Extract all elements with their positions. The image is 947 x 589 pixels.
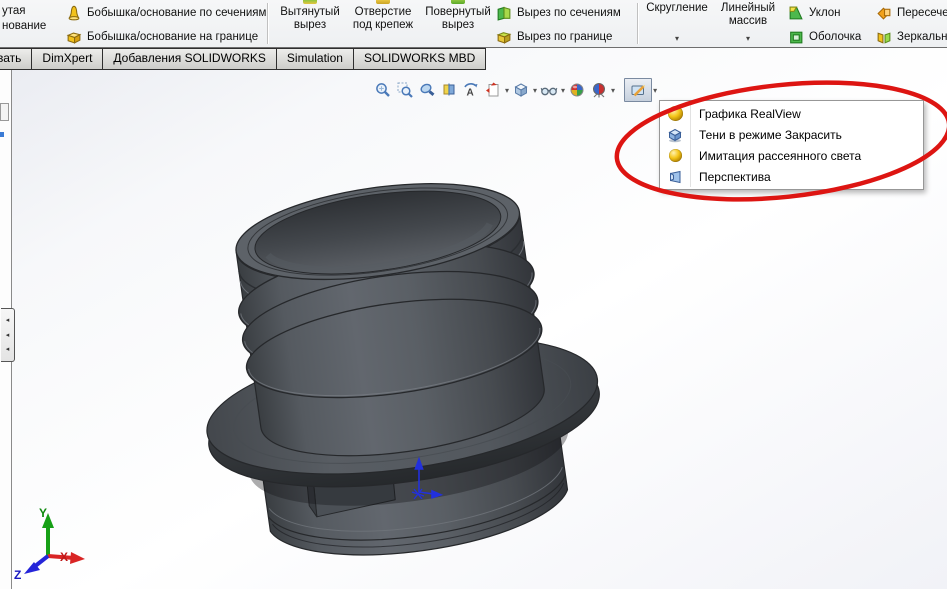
view-orientation-dropdown-arrow[interactable]: ▾ (505, 86, 509, 95)
hole-wizard-button[interactable]: Отверстие под крепеж (346, 0, 420, 47)
revolved-cut-label: Повернутый вырез (425, 6, 491, 31)
ribbon-separator (637, 3, 638, 44)
fillet-button[interactable]: Скругление ▾ (642, 0, 712, 47)
collapse-arrow-icon: ◂ (5, 346, 10, 354)
menu-item-ambient-occlusion-label: Имитация рассеянного света (699, 148, 862, 163)
hide-show-items-dropdown-arrow[interactable]: ▾ (561, 86, 565, 95)
menu-item-shadows-label: Тени в режиме Закрасить (699, 127, 842, 142)
commandmanager-tabs: вать DimXpert Добавления SOLIDWORKS Simu… (0, 48, 487, 70)
loft-boss-icon (68, 5, 80, 20)
hole-wizard-icon (376, 0, 390, 4)
boundary-cut-button[interactable]: Вырез по границе (496, 27, 612, 46)
loft-boss-button[interactable]: Бобышка/основание по сечениям (66, 3, 266, 22)
display-style-icon[interactable] (512, 81, 530, 99)
rotate-view-icon[interactable]: A (462, 81, 480, 99)
boundary-boss-label: Бобышка/основание на границе (87, 30, 259, 43)
shell-button[interactable]: Оболочка (788, 27, 861, 46)
triad-y-label: Y (39, 506, 48, 520)
fillet-label: Скругление (646, 2, 708, 14)
fillet-dropdown-arrow[interactable]: ▾ (642, 32, 712, 45)
boundary-cut-label: Вырез по границе (517, 30, 613, 43)
menu-item-shadows[interactable]: Тени в режиме Закрасить (660, 124, 923, 145)
menu-item-perspective-label: Перспектива (699, 169, 771, 184)
lofted-cut-button[interactable]: Вырез по сечениям (496, 3, 621, 22)
panel-splitter-tab[interactable]: ◂ ◂ ◂ (1, 308, 15, 362)
linear-pattern-button[interactable]: Линейный массив ▾ (716, 0, 780, 47)
section-view-icon[interactable] (440, 81, 458, 99)
draft-label: Уклон (809, 6, 841, 19)
draft-button[interactable]: Уклон (788, 3, 841, 22)
tab-simulation[interactable]: Simulation (275, 48, 354, 70)
magnify-icon[interactable] (418, 81, 436, 99)
extruded-cut-icon (303, 0, 317, 4)
apply-scene-dropdown-arrow[interactable]: ▾ (611, 86, 615, 95)
extruded-cut-button[interactable]: Вытянутый вырез (278, 0, 342, 47)
hide-show-items-icon[interactable] (540, 81, 558, 99)
ribbon-partial-label-1: утая (2, 5, 26, 17)
edit-appearance-icon[interactable] (568, 81, 586, 99)
hole-wizard-label: Отверстие под крепеж (352, 6, 414, 31)
mirror-icon (877, 32, 891, 44)
lofted-cut-icon (497, 6, 511, 21)
extruded-cut-label: Вытянутый вырез (280, 6, 340, 31)
ribbon-partial-label-2: нование (2, 20, 47, 32)
view-settings-button[interactable] (624, 78, 653, 102)
view-settings-dropdown-arrow[interactable]: ▾ (653, 86, 657, 95)
reference-triad (24, 513, 85, 574)
linear-pattern-label: Линейный массив (720, 2, 776, 27)
draft-icon (789, 6, 803, 19)
view-settings-icon (631, 84, 645, 96)
boundary-cut-icon (496, 31, 512, 44)
triad-z-label: Z (14, 568, 22, 582)
svg-text:A: A (467, 88, 474, 99)
tab-dimxpert[interactable]: DimXpert (31, 48, 104, 70)
tab-evaluate-partial[interactable]: вать (0, 48, 33, 70)
zoom-to-fit-icon[interactable] (374, 81, 392, 99)
apply-scene-icon[interactable] (590, 81, 608, 99)
triad-x-label: X (60, 550, 69, 564)
collapse-arrow-icon: ◂ (5, 331, 10, 339)
menu-item-perspective[interactable]: Перспектива (660, 166, 923, 187)
zoom-to-area-icon[interactable] (396, 81, 414, 99)
lofted-cut-label: Вырез по сечениям (517, 6, 621, 19)
view-settings-menu: Графика RealView Тени в режиме Закрасить… (659, 100, 924, 190)
command-ribbon: утая нование Бобышка/основание по сечени… (0, 0, 947, 48)
menu-item-realview-label: Графика RealView (699, 106, 801, 121)
shell-label: Оболочка (809, 30, 862, 43)
heads-up-view-toolbar: A ▾ ▾ ▾ ▾ ▾ (372, 78, 658, 102)
ambient-light-sphere-icon (668, 149, 682, 162)
shaded-shadows-cube-icon (668, 128, 682, 142)
menu-item-realview[interactable]: Графика RealView (660, 103, 923, 124)
loft-boss-label: Бобышка/основание по сечениям (87, 6, 267, 19)
ribbon-separator (267, 3, 268, 44)
perspective-box-icon (670, 170, 681, 183)
boundary-boss-button[interactable]: Бобышка/основание на границе (66, 27, 258, 46)
feature-manager-blue-tick (0, 132, 4, 137)
boundary-boss-icon (66, 31, 82, 44)
menu-item-ambient-occlusion[interactable]: Имитация рассеянного света (660, 145, 923, 166)
display-style-dropdown-arrow[interactable]: ▾ (533, 86, 537, 95)
tab-solidworks-addins[interactable]: Добавления SOLIDWORKS (102, 48, 277, 70)
revolved-cut-icon (451, 0, 465, 4)
mirror-label: Зеркальн (897, 30, 947, 43)
view-orientation-icon[interactable] (484, 81, 502, 99)
revolved-cut-button[interactable]: Повернутый вырез (424, 0, 492, 47)
linear-pattern-dropdown-arrow[interactable]: ▾ (716, 32, 780, 45)
intersect-label: Пересече (897, 6, 947, 19)
collapse-arrow-icon: ◂ (5, 316, 10, 324)
realview-sphere-icon (667, 106, 683, 121)
tab-solidworks-mbd[interactable]: SOLIDWORKS MBD (352, 48, 487, 70)
feature-manager-mini-box (0, 103, 9, 121)
intersect-icon (877, 6, 891, 20)
intersect-button[interactable]: Пересече (876, 3, 947, 22)
shell-icon (790, 31, 803, 43)
mirror-button[interactable]: Зеркальн (876, 27, 947, 46)
